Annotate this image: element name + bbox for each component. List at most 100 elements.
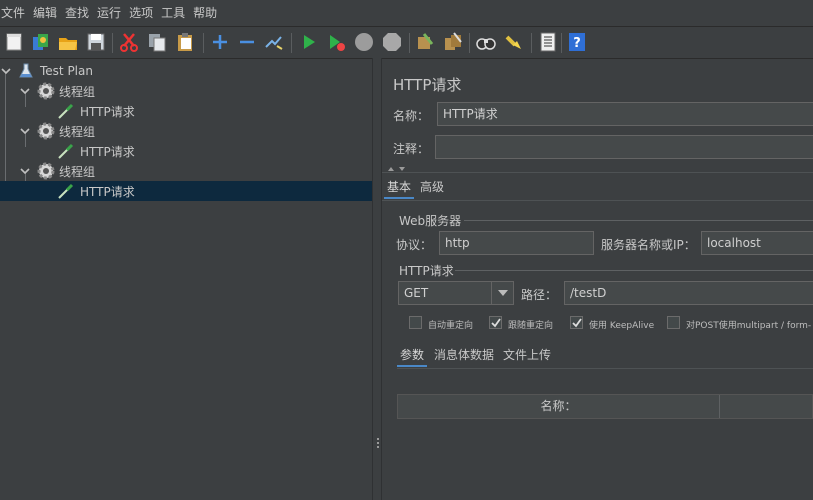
tree-label-http-request: HTTP请求 (80, 104, 135, 119)
collapse-icon[interactable] (236, 31, 258, 53)
tree-label-thread-group: 线程组 (59, 164, 96, 179)
paste-icon[interactable] (174, 31, 196, 53)
tree-node-test-plan[interactable]: Test Plan (0, 61, 372, 81)
auto-redirect-checkbox[interactable] (409, 316, 422, 329)
tree-node-thread-group[interactable]: 线程组 (0, 81, 372, 101)
menu-help[interactable]: 帮助 (193, 0, 217, 26)
multipart-checkbox[interactable] (667, 316, 680, 329)
keepalive-checkbox[interactable] (570, 316, 583, 329)
new-icon[interactable] (3, 31, 25, 53)
cut-icon[interactable] (118, 31, 140, 53)
toolbar-separator (112, 33, 113, 53)
http-request-panel: HTTP请求 名称： HTTP请求 注释： 基本 高级 Web服务器 协议： h… (382, 58, 813, 500)
divider-grip (377, 438, 379, 440)
gear-icon (37, 122, 55, 140)
clear-icon[interactable] (414, 31, 436, 53)
divider (397, 368, 813, 369)
help-icon[interactable]: ? (566, 31, 588, 53)
method-select-button[interactable] (491, 282, 513, 304)
menu-tools[interactable]: 工具 (161, 0, 185, 26)
save-icon[interactable] (85, 31, 107, 53)
comment-input[interactable] (435, 135, 813, 159)
test-plan-tree: Test Plan 线程组 HTTP请求 线程组 HTTP请求 线程组 HTTP… (0, 58, 372, 500)
tree-node-thread-group[interactable]: 线程组 (0, 121, 372, 141)
multipart-label: 对POST使用multipart / form- (686, 321, 812, 331)
tab-body-data[interactable]: 消息体数据 (431, 345, 497, 367)
tree-node-http-request[interactable]: HTTP请求 (0, 101, 372, 121)
path-label: 路径： (521, 288, 558, 302)
chevron-down-icon[interactable] (20, 166, 30, 176)
name-label: 名称： (393, 109, 430, 123)
toolbar: ? (0, 26, 813, 58)
templates-icon[interactable] (30, 31, 52, 53)
search-icon[interactable] (475, 31, 497, 53)
server-input[interactable]: localhost (701, 231, 813, 255)
protocol-input[interactable]: http (439, 231, 594, 255)
chevron-down-icon[interactable] (20, 86, 30, 96)
path-input[interactable]: /testD (564, 281, 813, 305)
pipette-icon (58, 103, 74, 119)
tree-node-http-request[interactable]: HTTP请求 (0, 141, 372, 161)
function-helper-icon[interactable] (537, 31, 559, 53)
toolbar-separator (469, 33, 470, 53)
toolbar-separator (531, 33, 532, 53)
server-label: 服务器名称或IP： (601, 238, 696, 252)
tree-label-thread-group: 线程组 (59, 84, 96, 99)
divider-grip (377, 442, 379, 444)
stop-icon[interactable] (353, 31, 375, 53)
split-pane-divider[interactable] (372, 58, 382, 500)
flask-icon (19, 63, 33, 78)
toolbar-separator (409, 33, 410, 53)
follow-redirects-checkbox[interactable] (489, 316, 502, 329)
toolbar-separator (203, 33, 204, 53)
clear-all-icon[interactable] (442, 31, 464, 53)
shutdown-icon[interactable] (381, 31, 403, 53)
tree-label-thread-group: 线程组 (59, 124, 96, 139)
tree-label-http-request: HTTP请求 (80, 184, 135, 199)
caret-down-icon (498, 290, 508, 296)
menu-run[interactable]: 运行 (97, 0, 121, 26)
open-icon[interactable] (57, 31, 79, 53)
method-select-value: GET (404, 286, 429, 300)
tree-node-http-request-selected[interactable]: HTTP请求 (0, 181, 372, 201)
panel-title: HTTP请求 (393, 76, 462, 94)
tab-file-upload[interactable]: 文件上传 (500, 345, 554, 367)
copy-icon[interactable] (146, 31, 168, 53)
divider-grip (377, 446, 379, 448)
tree-node-thread-group[interactable]: 线程组 (0, 161, 372, 181)
auto-redirect-label: 自动重定向 (428, 321, 474, 331)
toolbar-separator (291, 33, 292, 53)
svg-text:?: ? (573, 36, 581, 51)
menu-file[interactable]: 文件 (1, 0, 25, 26)
pipette-icon (58, 183, 74, 199)
divider (382, 200, 813, 201)
menu-edit[interactable]: 编辑 (33, 0, 57, 26)
menu-search[interactable]: 查找 (65, 0, 89, 26)
menu-options[interactable]: 选项 (129, 0, 153, 26)
tab-basic[interactable]: 基本 (384, 177, 415, 199)
comment-label: 注释： (393, 142, 430, 156)
chevron-down-icon[interactable] (20, 126, 30, 136)
toolbar-separator (561, 33, 562, 53)
group-border (464, 220, 813, 221)
http-request-group-title: HTTP请求 (399, 264, 454, 278)
tree-label-test-plan: Test Plan (40, 64, 93, 78)
gear-icon (37, 162, 55, 180)
start-icon[interactable] (298, 31, 320, 53)
tab-parameters[interactable]: 参数 (397, 345, 428, 367)
start-no-pause-icon[interactable] (325, 31, 347, 53)
divider (382, 172, 813, 173)
menu-bar: 文件 编辑 查找 运行 选项 工具 帮助 (0, 0, 813, 26)
column-header-name[interactable]: 名称： (398, 395, 720, 418)
follow-redirects-label: 跟随重定向 (508, 321, 554, 331)
tab-advanced[interactable]: 高级 (417, 177, 447, 199)
parameters-table-header: 名称： (397, 394, 813, 419)
protocol-label: 协议： (396, 238, 433, 252)
group-border (455, 270, 813, 271)
tree-label-http-request: HTTP请求 (80, 144, 135, 159)
toggle-icon[interactable] (263, 31, 285, 53)
reset-search-icon[interactable] (503, 31, 525, 53)
chevron-down-icon[interactable] (1, 66, 11, 76)
expand-icon[interactable] (209, 31, 231, 53)
name-input[interactable]: HTTP请求 (437, 102, 813, 126)
